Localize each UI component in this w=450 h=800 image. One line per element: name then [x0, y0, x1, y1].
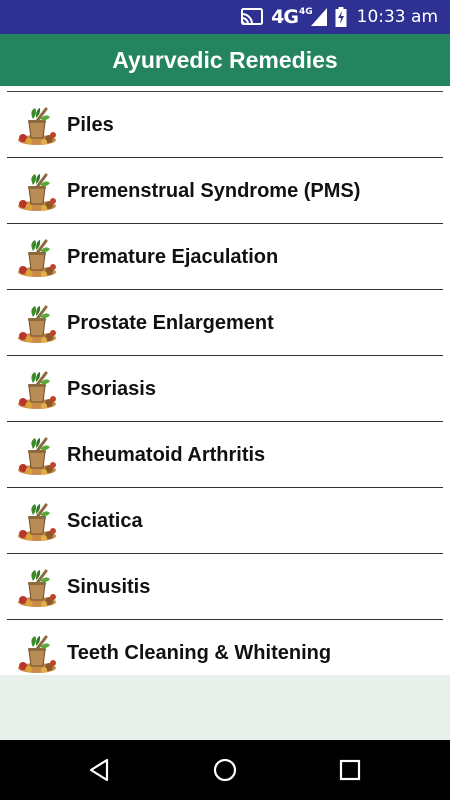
list-item[interactable]: Sciatica	[0, 488, 450, 554]
list-item-label: Rheumatoid Arthritis	[67, 444, 266, 466]
list-item[interactable]: Sinusitis	[0, 554, 450, 620]
network-indicator: 4G 4G	[271, 6, 327, 28]
status-bar: 4G 4G 10:33 am	[0, 0, 450, 34]
network-label: 4G	[271, 6, 299, 28]
list-item-label: Premature Ejaculation	[67, 246, 279, 268]
nav-bar	[0, 740, 450, 800]
remedies-list[interactable]: Piles Premenstrual Syndrome (PMS) Prematur…	[0, 86, 450, 675]
herbal-remedy-icon	[16, 633, 58, 675]
battery-charging-icon	[335, 7, 347, 27]
list-item-label: Teeth Cleaning & Whitening	[67, 642, 332, 664]
list-item-label: Premenstrual Syndrome (PMS)	[67, 180, 361, 202]
app-bar: Ayurvedic Remedies	[0, 34, 450, 86]
list-item-label: Prostate Enlargement	[67, 312, 274, 334]
clock: 10:33 am	[356, 7, 438, 27]
list-item-label: Sciatica	[67, 510, 143, 532]
herbal-remedy-icon	[16, 369, 58, 411]
herbal-remedy-icon	[16, 105, 58, 147]
list-item[interactable]: Piles	[0, 92, 450, 158]
empty-area	[0, 675, 450, 740]
app-title: Ayurvedic Remedies	[112, 46, 338, 73]
list-item-label: Sinusitis	[67, 576, 151, 598]
signal-icon	[310, 8, 327, 26]
recents-icon[interactable]	[335, 755, 365, 785]
home-icon[interactable]	[210, 755, 240, 785]
screen: 4G 4G 10:33 am Ayurvedic Remedies Piles P…	[0, 0, 450, 800]
list-item[interactable]: Teeth Cleaning & Whitening	[0, 620, 450, 675]
list-item-label: Piles	[67, 114, 114, 136]
herbal-remedy-icon	[16, 501, 58, 543]
cast-icon	[241, 8, 264, 26]
list-item[interactable]: Premenstrual Syndrome (PMS)	[0, 158, 450, 224]
list-item-label: Psoriasis	[67, 378, 156, 400]
herbal-remedy-icon	[16, 237, 58, 279]
list-item[interactable]: Prostate Enlargement	[0, 290, 450, 356]
list-item[interactable]: Psoriasis	[0, 356, 450, 422]
herbal-remedy-icon	[16, 567, 58, 609]
herbal-remedy-icon	[16, 303, 58, 345]
list-item[interactable]: Rheumatoid Arthritis	[0, 422, 450, 488]
herbal-remedy-icon	[16, 435, 58, 477]
herbal-remedy-icon	[16, 171, 58, 213]
back-icon[interactable]	[85, 755, 115, 785]
list-item[interactable]: Premature Ejaculation	[0, 224, 450, 290]
